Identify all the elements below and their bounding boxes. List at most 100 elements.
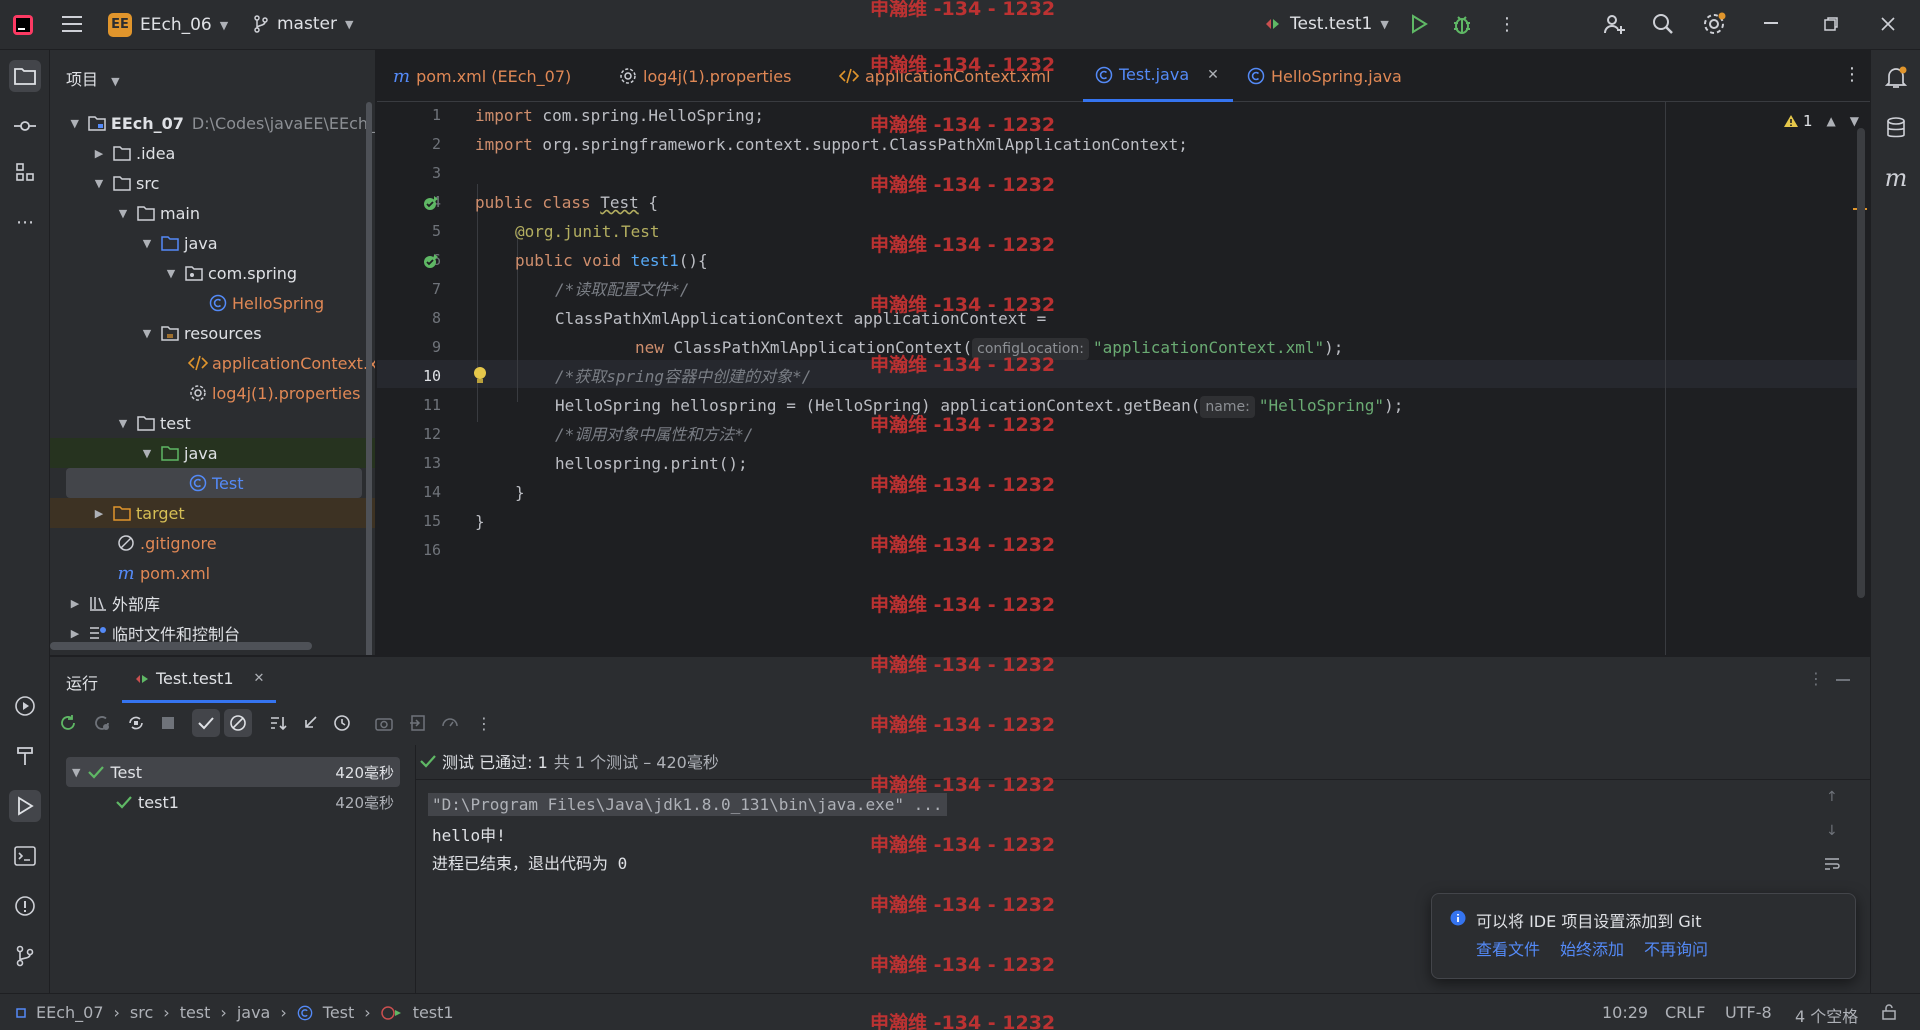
tree-item-label: 外部库 (112, 595, 161, 614)
run-icon[interactable] (1410, 14, 1428, 34)
structure-tool-icon[interactable] (9, 156, 41, 188)
soft-wrap-icon[interactable] (1824, 857, 1840, 871)
tree-item-hellospring[interactable]: HelloSpring (50, 288, 375, 318)
project-vertical-scrollbar[interactable] (366, 102, 372, 655)
tab-log4j[interactable]: log4j(1).properties (619, 50, 791, 102)
minimize-icon[interactable] (1764, 22, 1778, 24)
build-tool-icon[interactable] (9, 740, 41, 772)
commit-tool-icon[interactable] (9, 110, 41, 142)
run-config-selector[interactable]: Test.test1 ▼ (1264, 14, 1389, 34)
tab-pom[interactable]: m pom.xml (EEch_07) (393, 50, 571, 102)
coverage-icon[interactable] (436, 709, 464, 737)
code-editor[interactable]: 1 2 3 4 5 6 7 8 9 10 11 12 13 14 15 16 i… (377, 102, 1870, 655)
next-highlight-icon[interactable]: ▼ (1850, 114, 1859, 128)
project-switcher[interactable]: EE EEch_06 ▼ (108, 13, 228, 37)
search-icon[interactable] (1652, 13, 1674, 35)
inspection-widget[interactable]: 1 ▲ ▼ (1783, 112, 1859, 130)
breadcrumb-item[interactable]: test1 (413, 1003, 454, 1022)
branch-switcher[interactable]: master ▼ (253, 14, 353, 34)
collapse-all-icon[interactable] (296, 709, 324, 737)
tree-item-gitignore[interactable]: .gitignore (50, 528, 375, 558)
breadcrumb-item[interactable]: java (237, 1003, 271, 1022)
tree-item-root[interactable]: ▼ EEch_07 D:\Codes\javaEE\EEch_ (50, 108, 375, 138)
git-tool-icon[interactable] (9, 940, 41, 972)
rerun-failed-icon[interactable] (88, 709, 116, 737)
cursor-position[interactable]: 10:29 (1602, 1003, 1648, 1022)
debug-icon[interactable] (1452, 13, 1472, 35)
project-panel-header[interactable]: 项目 ▼ (66, 66, 120, 90)
run-tool-icon[interactable] (9, 790, 41, 822)
stop-icon[interactable] (154, 709, 182, 737)
problems-tool-icon[interactable] (9, 890, 41, 922)
tab-test-java[interactable]: Test.java ✕ (1083, 50, 1233, 102)
settings-gear-icon[interactable] (1702, 12, 1726, 36)
hide-panel-icon[interactable] (1836, 679, 1850, 681)
tree-item-resources[interactable]: ▼ resources (50, 318, 375, 348)
run-test-gutter-icon[interactable] (423, 253, 439, 269)
maven-tool-icon[interactable]: m (1880, 162, 1912, 194)
read-only-lock-icon[interactable] (1882, 1004, 1896, 1020)
close-tab-icon[interactable]: ✕ (1207, 67, 1219, 83)
tree-item-main-java[interactable]: ▼ java (50, 228, 375, 258)
tree-item-idea[interactable]: ▶ .idea (50, 138, 375, 168)
tree-item-target[interactable]: ▶ target (50, 498, 375, 528)
show-ignored-icon[interactable] (224, 709, 252, 737)
project-tool-icon[interactable] (9, 60, 41, 92)
screenshot-icon[interactable] (370, 709, 398, 737)
project-horizontal-scrollbar[interactable] (50, 642, 312, 650)
lightbulb-intention-icon[interactable] (473, 366, 487, 384)
tree-item-external-libs[interactable]: ▶ 外部库 (50, 588, 375, 618)
main-menu-icon[interactable] (62, 14, 84, 34)
editor-vertical-scrollbar[interactable] (1857, 128, 1865, 598)
tab-options-icon[interactable]: ⋮ (1843, 64, 1861, 85)
notifications-bell-icon[interactable] (1880, 62, 1912, 94)
close-tab-icon[interactable]: ✕ (254, 671, 265, 686)
tab-appcontext[interactable]: applicationContext.xml (839, 50, 1051, 102)
line-ending[interactable]: CRLF (1665, 1003, 1705, 1022)
export-icon[interactable] (404, 709, 432, 737)
toggle-auto-test-icon[interactable] (122, 709, 150, 737)
scroll-down-icon[interactable]: ↓ (1826, 823, 1838, 839)
test-suite-row[interactable]: ▼ Test 420毫秒 (66, 757, 400, 787)
tree-item-main[interactable]: ▼ main (50, 198, 375, 228)
breadcrumb-item[interactable]: Test (323, 1003, 355, 1022)
test-case-row[interactable]: test1 420毫秒 (116, 787, 400, 817)
tree-item-test[interactable]: ▼ test (50, 408, 375, 438)
tree-item-test-java[interactable]: ▼ java (50, 438, 375, 468)
tab-hellospring[interactable]: HelloSpring.java (1247, 50, 1402, 102)
breadcrumb-item[interactable]: EEch_07 (36, 1003, 104, 1022)
tree-item-appcontext[interactable]: applicationContext.xı (50, 348, 375, 378)
add-user-icon[interactable] (1602, 12, 1626, 36)
terminal-tool-icon[interactable] (9, 840, 41, 872)
tree-item-package[interactable]: ▼ com.spring (50, 258, 375, 288)
run-options-icon[interactable]: ⋮ (1808, 669, 1824, 688)
sort-icon[interactable] (264, 709, 292, 737)
scroll-up-icon[interactable]: ↑ (1826, 789, 1838, 805)
always-add-link[interactable]: 始终添加 (1560, 936, 1624, 960)
services-tool-icon[interactable] (9, 690, 41, 722)
more-tools-icon[interactable]: ⋯ (9, 206, 41, 238)
file-encoding[interactable]: UTF-8 (1725, 1003, 1772, 1022)
tree-item-pom[interactable]: m pom.xml (50, 558, 375, 588)
run-test-gutter-icon[interactable] (423, 195, 439, 211)
previous-highlight-icon[interactable]: ▲ (1827, 114, 1836, 128)
console-command-line[interactable]: "D:\Program Files\Java\jdk1.8.0_131\bin\… (428, 793, 947, 816)
rerun-icon[interactable] (54, 709, 82, 737)
breadcrumb-item[interactable]: test (180, 1003, 211, 1022)
more-run-options-icon[interactable]: ⋮ (470, 709, 498, 737)
dont-ask-link[interactable]: 不再询问 (1644, 936, 1708, 960)
breadcrumb-item[interactable]: src (130, 1003, 153, 1022)
close-icon[interactable] (1880, 16, 1896, 32)
database-tool-icon[interactable] (1880, 112, 1912, 144)
indent-setting[interactable]: 4 个空格 (1795, 1003, 1858, 1027)
show-passed-icon[interactable] (192, 709, 220, 737)
tree-item-testclass[interactable]: Test (66, 468, 362, 498)
restore-icon[interactable] (1824, 17, 1838, 31)
run-tab[interactable]: Test.test1 ✕ (122, 657, 277, 703)
app-logo-icon[interactable] (12, 14, 34, 36)
test-history-icon[interactable] (328, 709, 356, 737)
tree-item-src[interactable]: ▼ src (50, 168, 375, 198)
view-files-link[interactable]: 查看文件 (1476, 936, 1540, 960)
tree-item-log4j[interactable]: log4j(1).properties (50, 378, 375, 408)
more-actions-icon[interactable]: ⋮ (1498, 14, 1516, 35)
